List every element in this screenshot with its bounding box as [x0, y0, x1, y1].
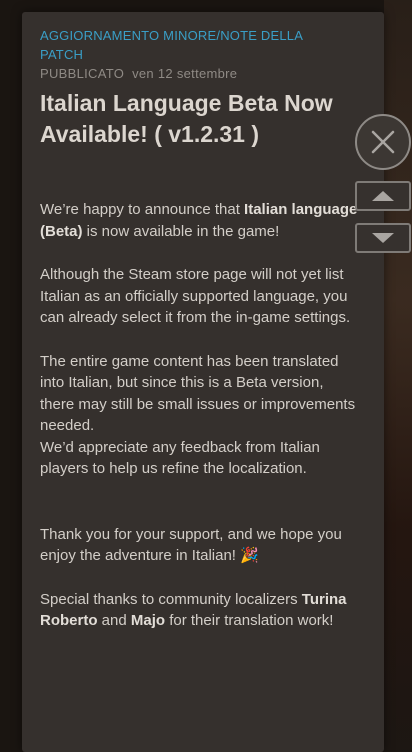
published-date: ven 12 settembre [132, 66, 238, 81]
published-label: PUBBLICATO [40, 66, 125, 81]
patch-note-body: We’re happy to announce that Italian lan… [40, 199, 358, 654]
paragraph-feedback: We’d appreciate any feedback from Italia… [40, 438, 320, 478]
background-art [384, 0, 412, 750]
text-span: and [97, 612, 131, 629]
paragraph-announcement: We’re happy to announce that Italian lan… [40, 199, 358, 242]
category-label[interactable]: AGGIORNAMENTO MINORE/NOTE DELLA PATCH [40, 26, 330, 64]
previous-button[interactable] [355, 181, 411, 211]
text-span: We’re happy to announce that [40, 201, 245, 218]
paragraph-store-note: Although the Steam store page will not y… [40, 266, 351, 326]
next-button[interactable] [355, 223, 411, 253]
close-button[interactable] [355, 114, 411, 170]
text-span: is now available in the game! [82, 222, 280, 240]
close-icon [371, 130, 395, 154]
paragraph-beta-note: The entire game content has been transla… [40, 351, 358, 437]
page-title: Italian Language Beta Now Available! ( v… [40, 90, 333, 147]
bold-text: Majo [130, 612, 166, 629]
triangle-up-icon [372, 191, 394, 201]
paragraph-thanks: Thank you for your support, and we hope … [40, 525, 342, 565]
published-line: PUBBLICATO ven 12 settembre [40, 66, 237, 81]
text-span: for their translation work! [165, 612, 334, 629]
paragraph-credits: Special thanks to community localizers T… [40, 589, 358, 632]
text-span: The entire game content has been transla… [40, 352, 356, 435]
triangle-down-icon [372, 233, 394, 243]
text-span: Special thanks to community localizers [40, 590, 302, 608]
